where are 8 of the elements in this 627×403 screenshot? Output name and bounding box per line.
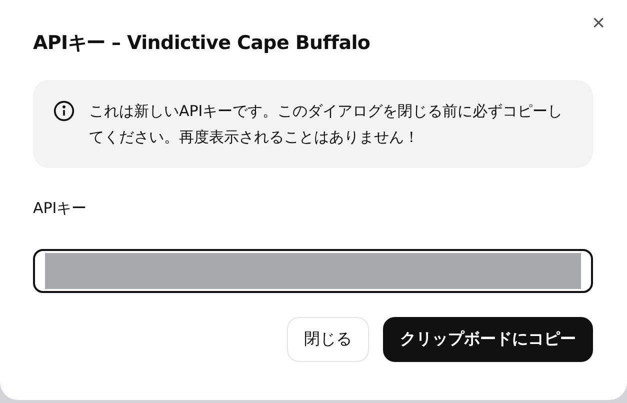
- close-button[interactable]: ×: [588, 12, 609, 34]
- close-dialog-button[interactable]: 閉じる: [287, 317, 369, 362]
- api-key-field[interactable]: [33, 249, 593, 293]
- field-label: APIキー: [33, 199, 88, 218]
- info-icon: [53, 100, 75, 122]
- copy-button[interactable]: クリップボードにコピー: [383, 317, 593, 362]
- dialog-title: APIキー – Vindictive Cape Buffalo: [33, 31, 372, 56]
- notice-text: これは新しいAPIキーです。このダイアログを閉じる前に必ずコピーしてください。再度表示されることはありません！: [89, 101, 564, 148]
